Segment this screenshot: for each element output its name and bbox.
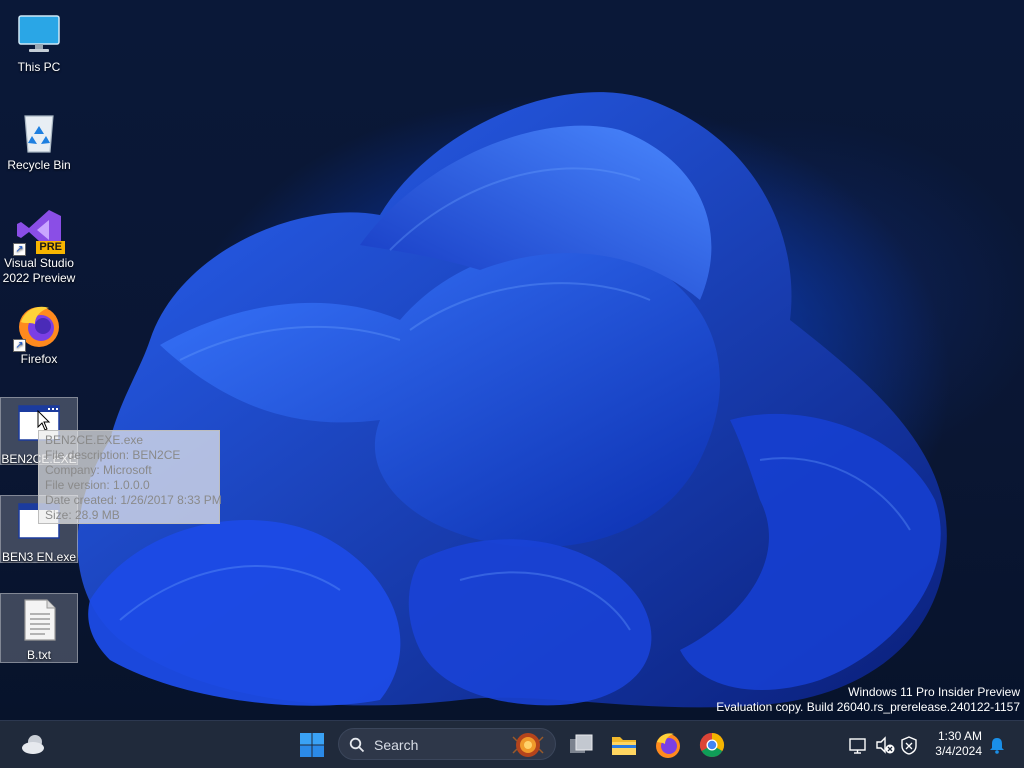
volume-muted-icon	[876, 736, 895, 754]
taskbar: Search 1:30 AM 3/4/2024	[0, 720, 1024, 768]
wallpaper-bloom	[77, 92, 947, 708]
shortcut-arrow-icon: ↗	[13, 339, 26, 352]
widgets-button[interactable]	[18, 729, 50, 761]
taskbar-search-box[interactable]: Search	[338, 728, 556, 760]
shortcut-arrow-icon: ↗	[13, 243, 26, 256]
notifications-button[interactable]	[986, 729, 1008, 761]
file-explorer-button[interactable]	[608, 729, 640, 761]
tooltip-company: Company: Microsoft	[45, 463, 152, 477]
volume-button[interactable]	[874, 729, 896, 761]
network-disconnected-icon	[849, 738, 866, 754]
clock-date: 3/4/2024	[935, 744, 982, 758]
desktop-icon-visual-studio[interactable]: PRE ↗ Visual Studio 2022 Preview	[0, 200, 78, 286]
search-highlight-icon	[512, 733, 544, 757]
chrome-taskbar-button[interactable]	[696, 729, 728, 761]
firefox-taskbar-button[interactable]	[652, 729, 684, 761]
tooltip-created: Date created: 1/26/2017 8:33 PM	[45, 493, 222, 507]
tooltip-size: Size: 28.9 MB	[45, 508, 120, 522]
firefox-icon	[656, 733, 680, 758]
desktop-icon-label: BEN3 EN.exe	[1, 550, 77, 564]
mouse-pointer-icon	[37, 410, 51, 431]
shield-warning-icon	[901, 736, 917, 755]
desktop-icon-label: This PC	[17, 60, 61, 74]
tooltip-description: File description: BEN2CE	[45, 448, 181, 462]
visual-studio-icon: PRE ↗	[13, 206, 65, 256]
security-button[interactable]	[898, 729, 920, 761]
chrome-icon	[699, 733, 725, 758]
start-button[interactable]	[296, 729, 328, 761]
desktop-icon-label-line1: Visual Studio	[4, 256, 74, 270]
file-info-tooltip: BEN2CE.EXE.exe File description: BEN2CE …	[38, 430, 222, 524]
desktop-icon-firefox[interactable]: ↗ Firefox	[0, 296, 78, 367]
tooltip-version: File version: 1.0.0.0	[45, 478, 150, 492]
desktop-icon-label: Firefox	[20, 352, 58, 366]
bell-icon	[990, 738, 1004, 754]
desktop-icon-this-pc[interactable]: This PC	[0, 4, 78, 75]
firefox-icon: ↗	[13, 302, 63, 352]
recycle-bin-icon	[15, 108, 63, 156]
monitor-icon	[15, 10, 63, 58]
desktop-icon-recycle-bin[interactable]: Recycle Bin	[0, 102, 78, 173]
desktop-icon-label: Recycle Bin	[7, 158, 71, 172]
network-button[interactable]	[848, 729, 868, 761]
task-view-icon	[570, 734, 593, 753]
clock-time: 1:30 AM	[937, 729, 982, 743]
preview-badge: PRE	[36, 241, 65, 254]
desktop-icon-b-txt[interactable]: B.txt	[0, 593, 78, 663]
desktop-icon-label-line2: 2022 Preview	[2, 271, 76, 285]
watermark-edition: Windows 11 Pro Insider Preview	[848, 685, 1020, 699]
text-file-icon	[15, 598, 63, 646]
task-view-button[interactable]	[565, 729, 597, 761]
clock[interactable]: 1:30 AM 3/4/2024	[935, 729, 982, 759]
watermark-build: Evaluation copy. Build 26040.rs_prerelea…	[716, 700, 1020, 714]
search-icon	[349, 737, 365, 753]
tooltip-filename: BEN2CE.EXE.exe	[45, 433, 144, 447]
search-placeholder: Search	[374, 737, 419, 753]
weather-cloud-icon	[22, 735, 44, 754]
desktop-wallpaper	[0, 0, 1024, 720]
file-explorer-icon	[612, 737, 636, 755]
evaluation-watermark: Windows 11 Pro Insider Preview Evaluatio…	[716, 685, 1020, 715]
windows-logo-icon	[300, 733, 324, 757]
desktop-icon-label: B.txt	[26, 648, 51, 662]
